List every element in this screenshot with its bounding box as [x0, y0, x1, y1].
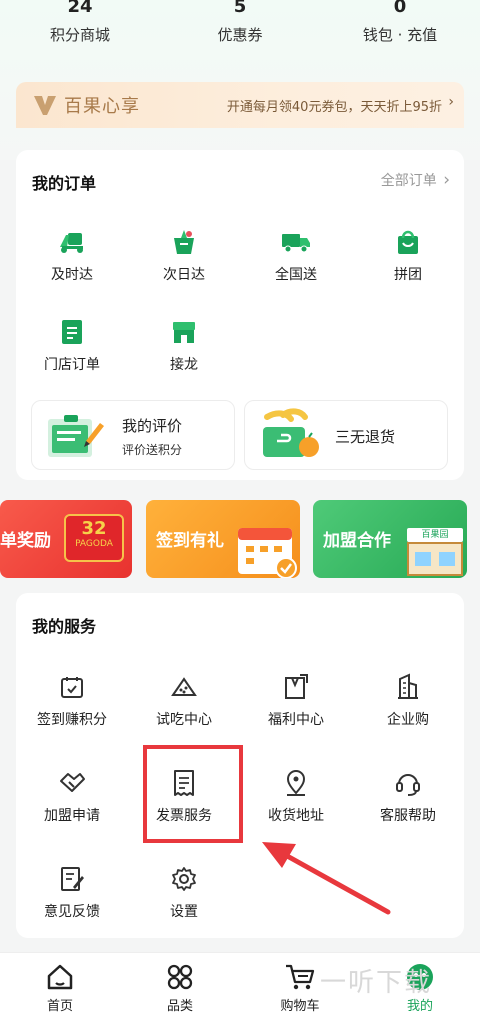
hassle-free-return-card[interactable]: 三无退货	[244, 400, 448, 470]
service-label: 签到赚积分	[37, 712, 107, 728]
service-customer-help[interactable]: 客服帮助	[352, 763, 464, 825]
coupon-label: 优惠券	[217, 26, 263, 44]
watermelon-icon	[164, 667, 204, 707]
service-label: 设置	[170, 904, 198, 920]
review-title: 我的评价	[122, 417, 183, 435]
coupon-stat[interactable]: 5 优惠券	[170, 0, 310, 45]
truck-icon	[276, 222, 316, 262]
services-title: 我的服务	[32, 617, 97, 636]
order-type-express[interactable]: 及时达	[16, 222, 128, 284]
storefront-icon	[164, 312, 204, 352]
leaf-logo-icon	[34, 96, 56, 115]
banner-label: 加盟合作	[323, 531, 391, 551]
service-label: 企业购	[387, 712, 429, 728]
service-label: 客服帮助	[380, 808, 436, 824]
order-type-label: 门店订单	[44, 357, 100, 373]
order-type-relay[interactable]: 接龙	[128, 312, 240, 374]
badge-value: 32	[81, 518, 107, 539]
banner-label: 签到有礼	[156, 531, 224, 551]
category-icon	[167, 964, 193, 990]
vip-logo: 百果心享	[32, 92, 140, 118]
return-title: 三无退货	[335, 428, 396, 446]
receipt-icon	[52, 312, 92, 352]
nav-label: 品类	[166, 999, 193, 1014]
orders-card: 我的订单 全部订单 › 及时达 次日达 全国送 拼团 门店订单 接龙 我的评价 …	[16, 150, 464, 480]
scooter-icon	[52, 222, 92, 262]
order-type-nationwide[interactable]: 全国送	[240, 222, 352, 284]
review-subtitle: 评价送积分	[122, 443, 183, 457]
points-value: 24	[67, 0, 93, 17]
banner-check-in-gift[interactable]: 签到有礼	[146, 500, 300, 578]
service-trial-center[interactable]: 试吃中心	[128, 667, 240, 729]
chevron-right-icon: ›	[443, 170, 450, 190]
banner-order-reward[interactable]: 单奖励 32 PAGODA	[0, 500, 132, 578]
order-type-store[interactable]: 门店订单	[16, 312, 128, 374]
headset-icon	[388, 763, 428, 803]
all-orders-label: 全部订单	[380, 173, 437, 189]
service-welfare-center[interactable]: 福利中心	[240, 667, 352, 729]
gift-card-icon	[276, 667, 316, 707]
order-type-label: 次日达	[163, 267, 205, 283]
shopping-bag-icon	[388, 222, 428, 262]
service-shipping-address[interactable]: 收货地址	[240, 763, 352, 825]
wallet-label: 钱包 · 充值	[362, 26, 438, 44]
storefront-icon	[407, 542, 463, 576]
service-feedback[interactable]: 意见反馈	[16, 859, 128, 921]
order-type-next-day[interactable]: 次日达	[128, 222, 240, 284]
vip-brand: 百果心享	[64, 96, 140, 117]
service-check-in[interactable]: 签到赚积分	[16, 667, 128, 729]
service-label: 意见反馈	[44, 904, 100, 920]
pagoda-text: PAGODA	[75, 539, 113, 549]
fruit-basket-icon	[263, 408, 319, 457]
service-label: 福利中心	[268, 712, 324, 728]
coupon-value: 5	[233, 0, 247, 17]
banner-label: 单奖励	[0, 531, 51, 551]
nav-label: 首页	[46, 999, 73, 1014]
order-type-group-buy[interactable]: 拼团	[352, 222, 464, 284]
building-icon	[388, 667, 428, 707]
points-mall-stat[interactable]: 24 积分商城	[10, 0, 150, 45]
calendar-check-icon	[238, 528, 297, 578]
wallet-stat[interactable]: 0 钱包 · 充值	[330, 0, 470, 45]
points-label: 积分商城	[49, 26, 110, 44]
service-label: 试吃中心	[156, 712, 212, 728]
nav-category[interactable]: 品类	[120, 963, 240, 1014]
store-illustration: 百果园	[407, 528, 463, 576]
service-label: 收货地址	[268, 808, 324, 824]
calendar-check-icon	[52, 667, 92, 707]
handshake-icon	[52, 763, 92, 803]
orders-title: 我的订单	[32, 174, 97, 193]
watermark: 一听下载	[320, 968, 433, 998]
feedback-edit-icon	[52, 859, 92, 899]
gear-icon	[164, 859, 204, 899]
nav-home[interactable]: 首页	[0, 963, 120, 1014]
stats-row: 24 积分商城 5 优惠券 0 钱包 · 充值	[0, 0, 480, 60]
fruit-bag-icon	[164, 222, 204, 262]
banner-franchise[interactable]: 加盟合作 百果园	[313, 500, 467, 578]
order-type-label: 拼团	[394, 267, 422, 283]
coupon-badge: 32 PAGODA	[64, 514, 124, 562]
vip-banner[interactable]: 百果心享 开通每月领40元券包，天天折上95折 ›	[16, 82, 464, 128]
vip-promo-text: 开通每月领40元券包，天天折上95折	[226, 100, 442, 115]
chevron-right-icon: ›	[448, 94, 454, 110]
cart-icon	[286, 964, 315, 990]
order-type-label: 接龙	[170, 357, 198, 373]
service-label: 加盟申请	[44, 808, 100, 824]
my-reviews-card[interactable]: 我的评价 评价送积分	[31, 400, 235, 470]
location-pin-icon	[276, 763, 316, 803]
home-icon	[47, 964, 73, 990]
clipboard-pencil-icon	[48, 415, 104, 457]
order-type-label: 全国送	[275, 267, 317, 283]
all-orders-link[interactable]: 全部订单 ›	[381, 170, 450, 190]
highlight-box	[143, 745, 243, 843]
service-franchise-apply[interactable]: 加盟申请	[16, 763, 128, 825]
service-settings[interactable]: 设置	[128, 859, 240, 921]
order-type-label: 及时达	[51, 267, 93, 283]
store-sign: 百果园	[407, 528, 463, 542]
wallet-value: 0	[393, 0, 407, 17]
service-enterprise-purchase[interactable]: 企业购	[352, 667, 464, 729]
